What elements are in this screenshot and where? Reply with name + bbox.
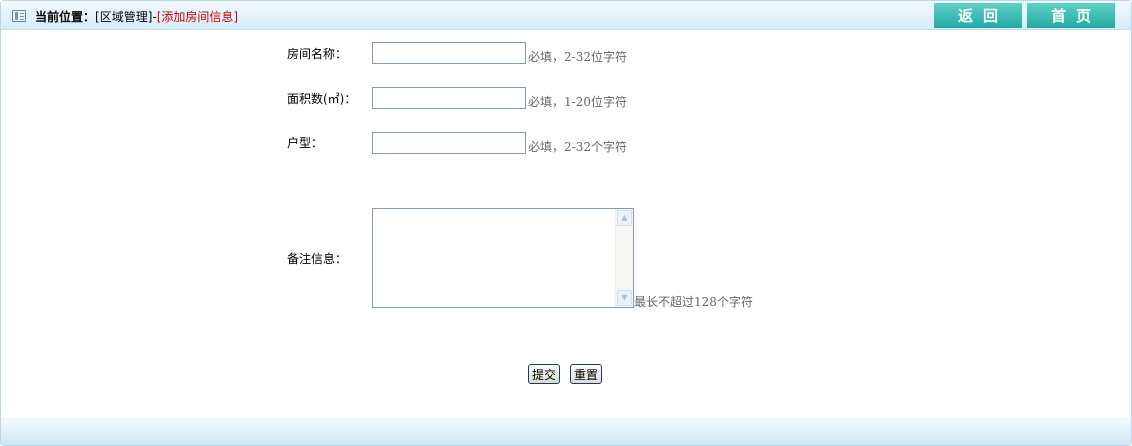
breadcrumb-label: 当前位置： (35, 9, 96, 24)
room-name-label: 房间名称： (287, 47, 348, 61)
footer-bar (1, 417, 1131, 445)
remarks-textarea[interactable] (373, 209, 616, 307)
main-frame: 当前位置： [区域管理]- [添加房间信息] 返回 首页 房间名称： 必填，2-… (0, 0, 1132, 446)
back-button[interactable]: 返回 (934, 3, 1022, 28)
remarks-hint: 最长不超过128个字符 (634, 295, 753, 309)
top-bar: 当前位置： [区域管理]- [添加房间信息] 返回 首页 (1, 1, 1131, 30)
area-hint: 必填，1-20位字符 (528, 95, 627, 109)
scroll-up-arrow-icon[interactable]: ▲ (617, 210, 632, 226)
window-icon (12, 10, 26, 22)
breadcrumb-current: [添加房间信息] (156, 9, 239, 24)
scroll-down-arrow-icon[interactable]: ▼ (617, 290, 632, 306)
layout-label: 户型： (287, 136, 324, 150)
layout-hint: 必填，2-32个字符 (528, 140, 627, 154)
submit-button[interactable]: 提交 (528, 364, 561, 384)
remarks-textarea-box: ▲ ▼ (372, 208, 634, 308)
breadcrumb-section[interactable]: [区域管理]- (95, 8, 157, 25)
remarks-label: 备注信息： (287, 252, 348, 266)
breadcrumb: 当前位置： [区域管理]- [添加房间信息] (12, 8, 238, 24)
room-name-input[interactable] (372, 42, 526, 64)
area-input[interactable] (372, 87, 526, 109)
layout-input[interactable] (372, 132, 526, 154)
room-name-hint: 必填，2-32位字符 (528, 50, 627, 64)
home-button[interactable]: 首页 (1027, 3, 1115, 28)
area-label: 面积数(㎡)： (287, 92, 357, 106)
reset-button[interactable]: 重置 (570, 364, 603, 384)
remarks-scrollbar[interactable]: ▲ ▼ (615, 209, 633, 307)
